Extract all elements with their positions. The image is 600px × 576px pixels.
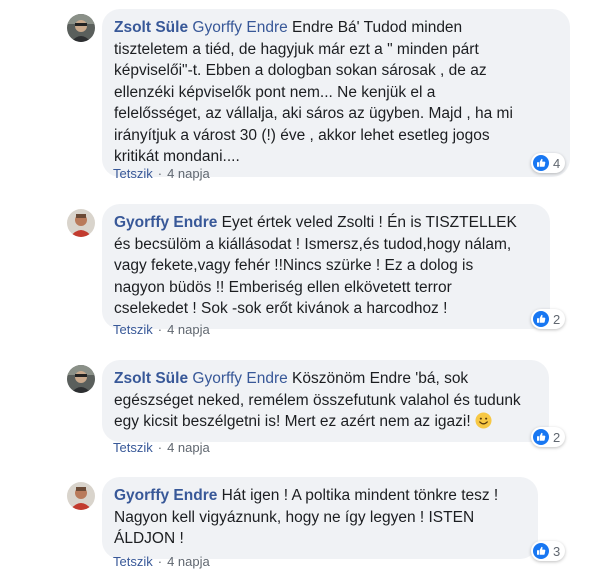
reaction-number: 4 <box>553 155 561 171</box>
comment-bubble: Gyorffy Endre Hát igen ! A poltika minde… <box>102 477 538 559</box>
mention-tag[interactable]: Gyorffy Endre <box>192 370 287 387</box>
comment-text-line: kritikát mondani.... <box>114 148 240 165</box>
avatar-photo-icon <box>67 14 95 42</box>
smiley-emoji-icon <box>475 412 492 429</box>
avatar[interactable] <box>67 14 95 42</box>
comment-meta: Tetszik · 4 napja <box>113 166 210 181</box>
like-link[interactable]: Tetszik <box>113 554 153 569</box>
avatar[interactable] <box>67 209 95 237</box>
comment-text-line: irányítjuk a várost 30 (!) éve , akkor l… <box>114 126 490 144</box>
comment-bubble: Zsolt Süle Gyorffy Endre Köszönöm Endre … <box>102 360 549 442</box>
timestamp[interactable]: 4 napja <box>167 322 210 337</box>
reaction-number: 3 <box>553 543 561 559</box>
comment-text-line: vagy fekete,vagy fehér !!Nincs szürke ! … <box>114 257 474 274</box>
comment-author[interactable]: Gyorffy Endre <box>114 214 217 231</box>
reaction-count[interactable]: 2 <box>531 427 566 447</box>
comment-text-line: Köszönöm Endre 'bá, sok <box>292 370 469 387</box>
timestamp[interactable]: 4 napja <box>167 554 210 569</box>
comment-author[interactable]: Zsolt Süle <box>114 370 188 387</box>
avatar-photo-icon <box>67 365 95 393</box>
comment-text-line: nagyon büdös !! Emberiség ellen elkövete… <box>114 278 452 296</box>
reaction-count[interactable]: 4 <box>531 153 566 173</box>
like-thumb-icon <box>533 429 549 445</box>
comment-text-line: Eyet értek veled Zsolti ! Én is TISZTELL… <box>221 214 517 231</box>
comment-meta: Tetszik · 4 napja <box>113 554 210 569</box>
comment-meta: Tetszik · 4 napja <box>113 322 210 337</box>
like-thumb-icon <box>533 311 549 327</box>
comment-text-line: és becsülöm a kiállásodat ! Ismersz,és t… <box>114 235 512 253</box>
like-thumb-icon <box>533 155 549 171</box>
comment-text-line: Nagyon kell vigyáznunk, hogy ne így legy… <box>114 508 475 526</box>
reaction-count[interactable]: 2 <box>531 309 566 329</box>
comment-text-line: képviselői"-t. Ebben a dologban sokan sá… <box>114 62 487 79</box>
comment-bubble: Zsolt Süle Gyorffy Endre Endre Bá' Tudod… <box>102 9 570 177</box>
avatar[interactable] <box>67 482 95 510</box>
comment-text-line: cselekedet ! Sok -sok erőt kivánok a har… <box>114 300 448 317</box>
comment-bubble: Gyorffy Endre Eyet értek veled Zsolti ! … <box>102 204 550 329</box>
avatar-photo-icon <box>67 209 95 237</box>
comment-text-line: Endre Bá' Tudod minden <box>292 19 463 36</box>
reaction-number: 2 <box>553 429 561 445</box>
like-thumb-icon <box>533 543 549 559</box>
comment-text-line: Hát igen ! A poltika mindent tönkre tesz… <box>221 487 499 504</box>
like-link[interactable]: Tetszik <box>113 440 153 455</box>
comment-text-line: ÁLDJON ! <box>114 530 184 547</box>
avatar[interactable] <box>67 365 95 393</box>
like-link[interactable]: Tetszik <box>113 322 153 337</box>
like-link[interactable]: Tetszik <box>113 166 153 181</box>
avatar-photo-icon <box>67 482 95 510</box>
reaction-count[interactable]: 3 <box>531 541 566 561</box>
comment-text-line: egy kicsit beszélgetni is! Mert ez azért… <box>114 413 471 430</box>
mention-tag[interactable]: Gyorffy Endre <box>192 19 287 36</box>
comment-text-line: felelősséget, az vállalja, aki sáros az … <box>114 105 513 122</box>
comment-text-line: egészséget neked, remélem összefutunk va… <box>114 391 521 409</box>
reaction-number: 2 <box>553 311 561 327</box>
comment-author[interactable]: Zsolt Süle <box>114 19 188 36</box>
comment-meta: Tetszik · 4 napja <box>113 440 210 455</box>
timestamp[interactable]: 4 napja <box>167 166 210 181</box>
comment-text-line: ellenzéki képviselők pont nem... Ne kenj… <box>114 83 436 101</box>
comment-author[interactable]: Gyorffy Endre <box>114 487 217 504</box>
timestamp[interactable]: 4 napja <box>167 440 210 455</box>
comment-text-line: tiszteletem a tiéd, de hagyjuk már ezt a… <box>114 40 479 58</box>
